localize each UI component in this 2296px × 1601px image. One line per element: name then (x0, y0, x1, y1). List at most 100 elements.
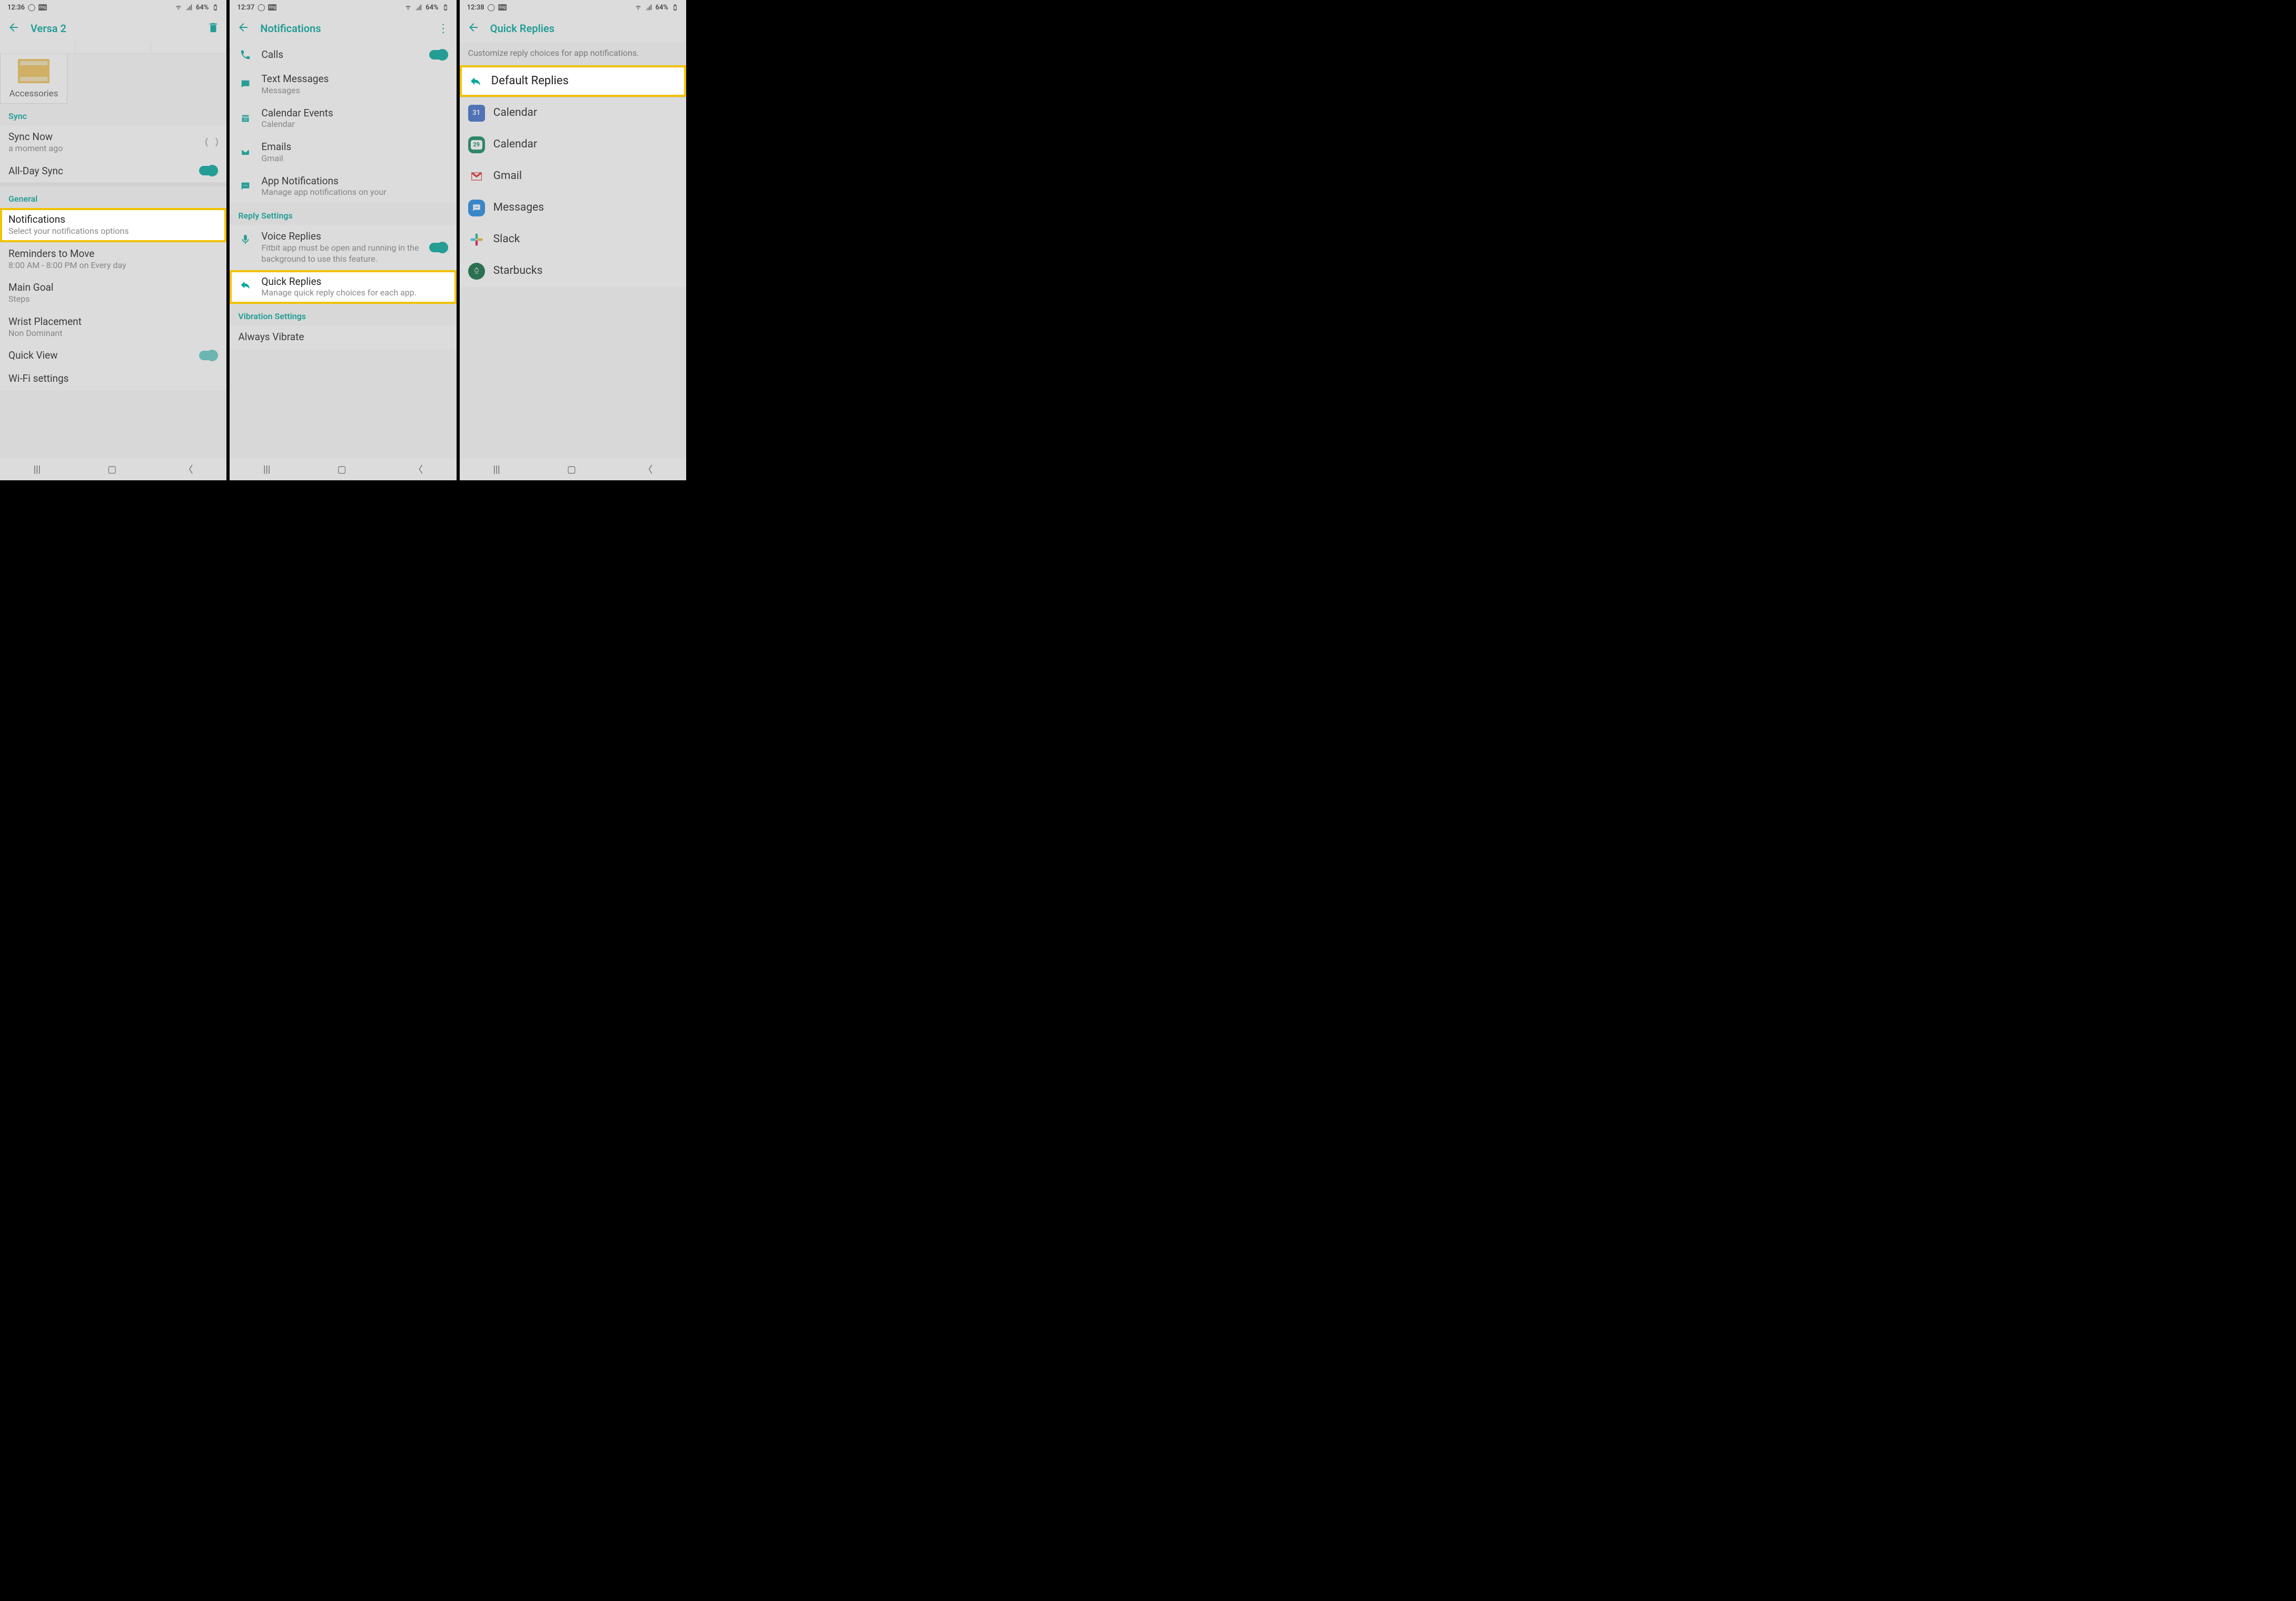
back-arrow-icon[interactable] (237, 21, 250, 36)
app-starbucks-row[interactable]: Starbucks (460, 255, 686, 287)
nav-back[interactable]: 〈 (184, 462, 193, 476)
page-title: Versa 2 (31, 22, 197, 35)
calls-row[interactable]: Calls (230, 42, 456, 67)
overflow-icon[interactable]: ⋮ (438, 22, 449, 35)
battery-icon (212, 4, 219, 11)
always-vibrate-row[interactable]: Always Vibrate (230, 325, 456, 349)
status-time: 12:38 (467, 4, 484, 12)
app-bar: Versa 2 (0, 15, 226, 42)
ring-app-icon: ring (38, 4, 47, 11)
voice-replies-label: Voice Replies (261, 230, 420, 243)
nav-bar: ||| ▢ 〈 (460, 458, 686, 480)
delete-icon[interactable] (207, 22, 219, 35)
calendar-events-label: Calendar Events (261, 107, 448, 120)
messages-icon (468, 200, 485, 216)
app-gmail-row[interactable]: Gmail (460, 161, 686, 192)
accessories-image (18, 59, 50, 83)
wrist-placement-row[interactable]: Wrist Placement Non Dominant (0, 310, 226, 344)
voice-replies-toggle[interactable] (429, 243, 448, 252)
bixby-icon: ◯ (258, 4, 265, 11)
status-time: 12:36 (7, 4, 25, 12)
intro-text: Customize reply choices for app notifica… (460, 42, 686, 65)
status-time: 12:37 (237, 4, 254, 12)
app-bar: Quick Replies (460, 15, 686, 42)
quick-view-row[interactable]: Quick View (0, 344, 226, 367)
reminders-row[interactable]: Reminders to Move 8:00 AM - 8:00 PM on E… (0, 242, 226, 276)
main-goal-row[interactable]: Main Goal Steps (0, 276, 226, 310)
voice-replies-sub: Fitbit app must be open and running in t… (261, 243, 420, 265)
all-day-sync-toggle[interactable] (199, 166, 218, 175)
notifications-label: Notifications (8, 213, 218, 226)
calendar-events-row[interactable]: 30 Calendar Events Calendar (230, 102, 456, 136)
app-notifications-row[interactable]: App Notifications Manage app notificatio… (230, 170, 456, 204)
nav-back[interactable]: 〈 (413, 462, 423, 476)
text-messages-row[interactable]: Text Messages Messages (230, 67, 456, 102)
sync-now-label: Sync Now (8, 131, 197, 143)
app-messages-row[interactable]: Messages (460, 192, 686, 224)
back-arrow-icon[interactable] (7, 21, 20, 36)
sync-now-sub: a moment ago (8, 143, 197, 154)
voice-replies-row[interactable]: Voice Replies Fitbit app must be open an… (230, 225, 456, 270)
app-label: Slack (493, 232, 678, 246)
all-day-sync-row[interactable]: All-Day Sync (0, 160, 226, 183)
section-sync-header: Sync (0, 104, 226, 125)
emails-label: Emails (261, 141, 448, 153)
wifi-label: Wi-Fi settings (8, 372, 218, 385)
nav-recents[interactable]: ||| (263, 464, 270, 475)
bixby-icon: ◯ (488, 4, 495, 11)
quick-replies-sub: Manage quick reply choices for each app. (261, 288, 448, 299)
emails-row[interactable]: Emails Gmail (230, 135, 456, 170)
quick-replies-row[interactable]: Quick Replies Manage quick reply choices… (230, 270, 456, 304)
wrist-sub: Non Dominant (8, 328, 218, 339)
wifi-icon (404, 4, 412, 11)
app-label: Gmail (493, 169, 678, 183)
reminders-sub: 8:00 AM - 8:00 PM on Every day (8, 260, 218, 271)
main-goal-sub: Steps (8, 294, 218, 305)
quick-view-label: Quick View (8, 349, 191, 362)
always-vibrate-label: Always Vibrate (238, 331, 448, 343)
phone-icon (238, 47, 253, 62)
notifications-row[interactable]: Notifications Select your notifications … (0, 208, 226, 242)
svg-text:30: 30 (243, 117, 248, 122)
battery-pct: 64% (196, 4, 209, 12)
nav-home[interactable]: ▢ (338, 464, 347, 475)
calls-toggle[interactable] (429, 50, 448, 60)
app-slack-row[interactable]: Slack (460, 224, 686, 255)
nav-bar: ||| ▢ 〈 (0, 458, 226, 480)
accessories-card[interactable]: Accessories (0, 54, 67, 104)
envelope-icon (238, 145, 253, 160)
nav-recents[interactable]: ||| (493, 464, 500, 475)
battery-pct: 64% (656, 4, 668, 12)
quick-replies-label: Quick Replies (261, 275, 448, 288)
app-notifications-sub: Manage app notifications on your (261, 187, 448, 198)
sync-now-row[interactable]: Sync Now a moment ago (0, 125, 226, 160)
reminders-label: Reminders to Move (8, 248, 218, 260)
battery-icon (442, 4, 449, 11)
quick-view-toggle[interactable] (199, 351, 218, 360)
content-area: Calls Text Messages Messages 30 Calendar… (230, 42, 456, 458)
default-replies-row[interactable]: Default Replies (460, 65, 686, 97)
wifi-icon (175, 4, 182, 11)
sync-icon[interactable] (205, 136, 218, 149)
page-title: Notifications (260, 22, 427, 35)
status-bar: 12:36 ◯ ring 64% (0, 0, 226, 15)
nav-back[interactable]: 〈 (643, 462, 652, 476)
all-day-sync-label: All-Day Sync (8, 165, 191, 177)
slack-icon (468, 231, 485, 248)
app-calendar-samsung-row[interactable]: 29 Calendar (460, 129, 686, 161)
wifi-settings-row[interactable]: Wi-Fi settings (0, 367, 226, 390)
signal-icon (645, 4, 652, 11)
ring-app-icon: ring (268, 4, 276, 11)
chat-icon (238, 179, 253, 194)
section-general-header: General (0, 186, 226, 208)
reply-arrow-icon (468, 74, 483, 88)
nav-recents[interactable]: ||| (34, 464, 41, 475)
bixby-icon: ◯ (28, 4, 35, 11)
main-goal-label: Main Goal (8, 281, 218, 294)
app-calendar-google-row[interactable]: 31 Calendar (460, 97, 686, 129)
nav-bar: ||| ▢ 〈 (230, 458, 456, 480)
nav-home[interactable]: ▢ (567, 464, 576, 475)
nav-home[interactable]: ▢ (107, 464, 116, 475)
back-arrow-icon[interactable] (467, 21, 480, 36)
samsung-calendar-icon: 29 (468, 136, 485, 153)
